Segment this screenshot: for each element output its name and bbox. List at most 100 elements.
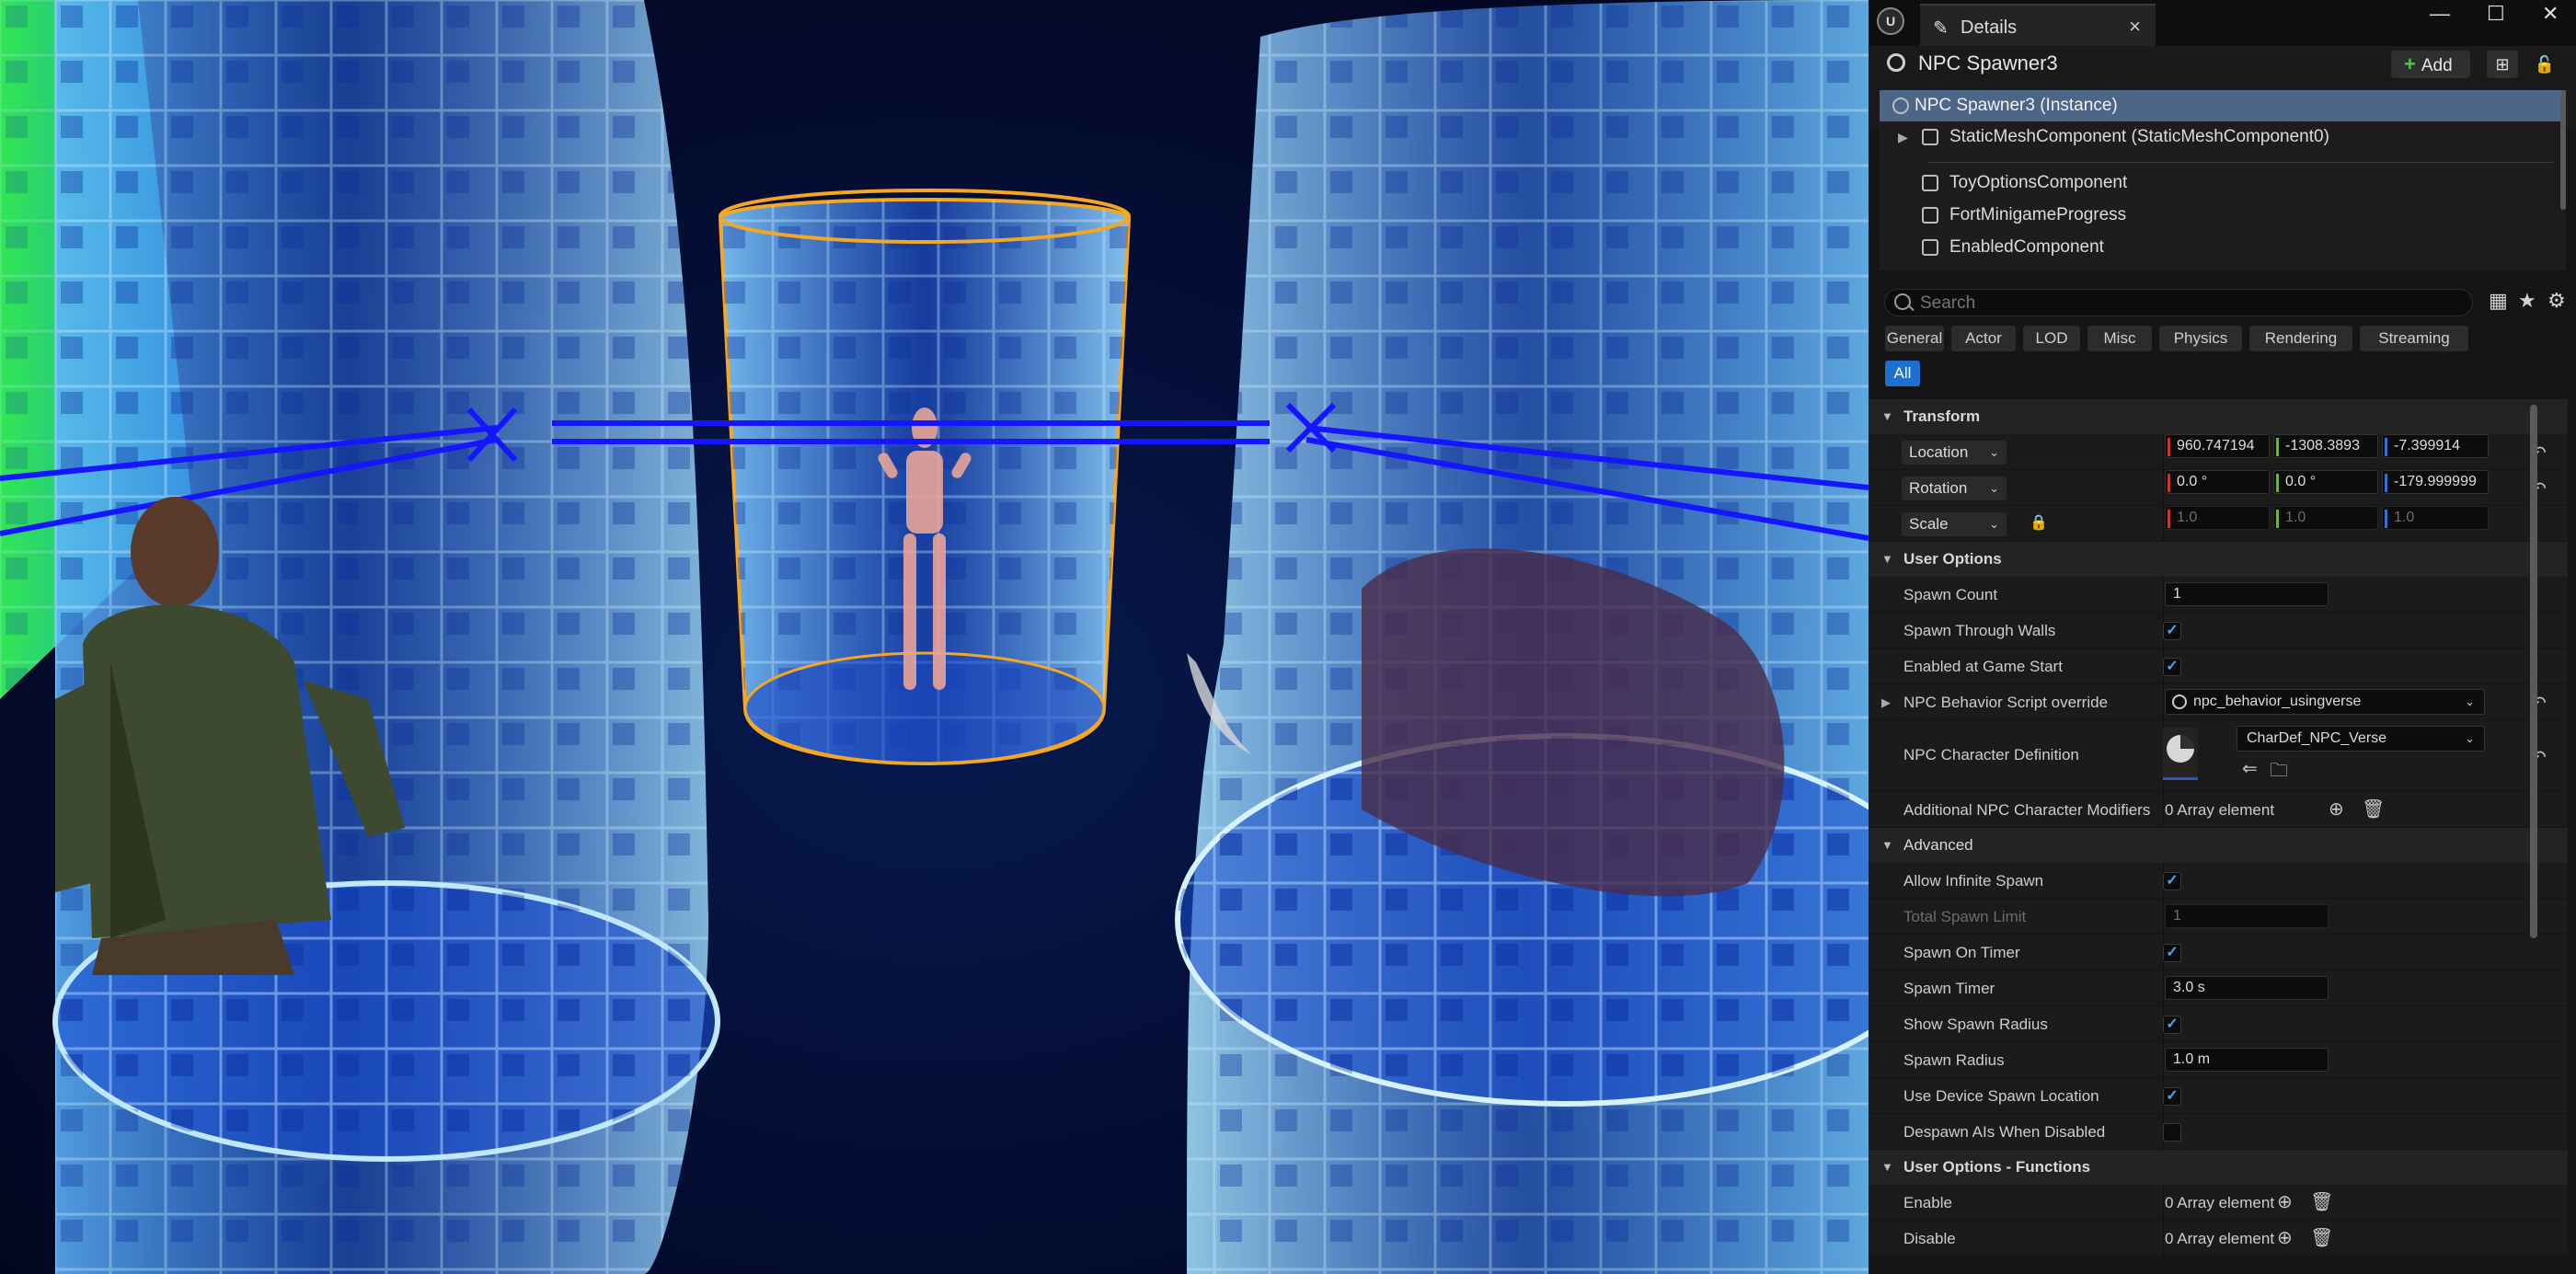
level-viewport[interactable] (0, 0, 1869, 1274)
maximize-button[interactable]: ☐ (2487, 2, 2505, 26)
filter-general[interactable]: General (1885, 326, 1944, 351)
search-input[interactable] (1918, 293, 2465, 315)
category-title: Advanced (1903, 836, 1973, 854)
location-x-field[interactable]: 960.747194 (2165, 434, 2270, 458)
search-row: ▦ ★ ⚙ (1869, 276, 2576, 322)
favorites-star-icon[interactable]: ★ (2518, 289, 2536, 313)
spawn-through-walls-checkbox[interactable]: ✓ (2163, 622, 2181, 640)
close-window-button[interactable]: ✕ (2542, 2, 2559, 26)
rotation-y-value: 0.0 ° (2285, 474, 2317, 489)
scale-z-field[interactable]: 1.0 (2382, 506, 2489, 530)
character-modifiers-value: 0 Array element (2165, 801, 2275, 819)
category-transform[interactable]: ▼ Transform (1869, 399, 2568, 434)
property-spawn-through-walls: Spawn Through Walls ✓ (1869, 613, 2568, 648)
property-character-modifiers: Additional NPC Character Modifiers 0 Arr… (1869, 792, 2568, 828)
property-spawn-radius: Spawn Radius 1.0 m (1869, 1042, 2568, 1078)
add-element-icon[interactable]: ⊕ (2277, 1226, 2293, 1249)
property-character-definition: NPC Character Definition CharDef_NPC_Ver… (1869, 720, 2568, 792)
spawn-timer-field[interactable]: 3.0 s (2165, 976, 2329, 1000)
filter-misc[interactable]: Misc (2087, 326, 2152, 351)
tab-details-label: Details (1961, 17, 2018, 38)
behavior-override-dropdown[interactable]: npc_behavior_usingverse ⌄ (2165, 689, 2485, 715)
component-item-staticmesh[interactable]: ▶ StaticMeshComponent (StaticMeshCompone… (1880, 121, 2566, 153)
property-rotation: Rotation ⌄ 0.0 ° 0.0 ° -179.999999 ↶ (1869, 470, 2568, 506)
filter-lod[interactable]: LOD (2023, 326, 2080, 351)
scale-z-value: 1.0 (2394, 510, 2415, 525)
use-device-location-checkbox[interactable]: ✓ (2163, 1087, 2181, 1106)
spawn-count-field[interactable]: 1 (2165, 582, 2329, 606)
details-scrollbar[interactable] (2530, 405, 2537, 938)
trash-icon[interactable]: 🗑 (2310, 1226, 2333, 1249)
search-icon (1894, 293, 1911, 310)
location-y-field[interactable]: -1308.3893 (2273, 434, 2378, 458)
tree-scrollbar[interactable] (2560, 90, 2566, 210)
disable-label: Disable (1903, 1230, 1956, 1247)
category-user-options[interactable]: ▼ User Options (1869, 542, 2568, 577)
allow-infinite-checkbox[interactable]: ✓ (2163, 872, 2181, 890)
add-component-button[interactable]: + Add (2391, 51, 2470, 78)
spawn-on-timer-checkbox[interactable]: ✓ (2163, 944, 2181, 962)
scale-mode-dropdown[interactable]: Scale ⌄ (1902, 512, 2007, 536)
blueprint-icon[interactable]: ⊞ (2487, 51, 2518, 78)
total-spawn-limit-field[interactable]: 1 (2165, 904, 2329, 928)
spawn-radius-field[interactable]: 1.0 m (2165, 1048, 2329, 1072)
behavior-override-value: npc_behavior_usingverse (2193, 694, 2362, 709)
category-title: User Options - Functions (1903, 1158, 2091, 1176)
filter-all[interactable]: All (1885, 361, 1920, 386)
settings-gear-icon[interactable]: ⚙ (2547, 289, 2566, 313)
total-spawn-limit-label: Total Spawn Limit (1903, 908, 2027, 925)
lock-icon[interactable]: 🔓 (2529, 51, 2560, 78)
filter-physics[interactable]: Physics (2159, 326, 2242, 351)
enabled-at-start-checkbox[interactable]: ✓ (2163, 658, 2181, 676)
property-total-spawn-limit: Total Spawn Limit 1 (1869, 899, 2568, 935)
rotation-x-field[interactable]: 0.0 ° (2165, 470, 2270, 494)
expand-arrow-icon[interactable]: ▶ (1881, 695, 1891, 710)
trash-icon[interactable]: 🗑 (2310, 1190, 2333, 1213)
tab-close-icon[interactable]: × (2129, 15, 2141, 39)
location-z-field[interactable]: -7.399914 (2382, 434, 2489, 458)
component-item-instance[interactable]: NPC Spawner3 (Instance) (1880, 90, 2566, 121)
browse-folder-icon[interactable]: 🗀 (2270, 757, 2288, 788)
rotation-mode-dropdown[interactable]: Rotation ⌄ (1902, 476, 2007, 500)
rotation-z-field[interactable]: -179.999999 (2382, 470, 2489, 494)
location-mode-dropdown[interactable]: Location ⌄ (1902, 441, 2007, 465)
behavior-override-label: NPC Behavior Script override (1903, 694, 2109, 711)
scale-y-field[interactable]: 1.0 (2273, 506, 2378, 530)
scale-x-field[interactable]: 1.0 (2165, 506, 2270, 530)
component-item-toyoptions[interactable]: ToyOptionsComponent (1880, 167, 2566, 199)
tab-details[interactable]: ✎ Details × (1920, 4, 2156, 46)
lock-icon[interactable]: 🔒 (2030, 513, 2048, 532)
add-element-icon[interactable]: ⊕ (2329, 798, 2344, 821)
title-bar: U ✎ Details × — ☐ ✕ (1869, 0, 2576, 46)
character-definition-dropdown[interactable]: CharDef_NPC_Verse ⌄ (2237, 726, 2485, 752)
filter-rendering[interactable]: Rendering (2249, 326, 2352, 351)
property-allow-infinite-spawn: Allow Infinite Spawn ✓ (1869, 863, 2568, 899)
trash-icon[interactable]: 🗑 (2362, 798, 2385, 821)
character-definition-label: NPC Character Definition (1903, 746, 2079, 763)
despawn-ais-checkbox[interactable] (2163, 1123, 2181, 1142)
use-selected-asset-icon[interactable]: ⇐ (2242, 757, 2258, 780)
rotation-y-field[interactable]: 0.0 ° (2273, 470, 2378, 494)
table-view-icon[interactable]: ▦ (2489, 289, 2508, 313)
search-box[interactable] (1884, 289, 2473, 316)
component-label: NPC Spawner3 (Instance) (1915, 96, 2118, 115)
plus-icon: + (2404, 52, 2416, 75)
category-user-options-functions[interactable]: ▼ User Options - Functions (1869, 1150, 2568, 1185)
component-item-minigameprogress[interactable]: FortMinigameProgress (1880, 200, 2566, 231)
minimize-button[interactable]: — (2430, 2, 2450, 26)
disable-value: 0 Array element (2165, 1230, 2275, 1247)
collapse-arrow-icon: ▼ (1881, 409, 1893, 423)
category-advanced[interactable]: ▼ Advanced (1869, 828, 2568, 863)
filter-streaming[interactable]: Streaming (2360, 326, 2468, 351)
enable-label: Enable (1903, 1194, 1952, 1211)
property-spawn-on-timer: Spawn On Timer ✓ (1869, 935, 2568, 970)
filter-actor[interactable]: Actor (1951, 326, 2016, 351)
component-label: FortMinigameProgress (1949, 205, 2127, 224)
asset-thumbnail[interactable] (2163, 728, 2198, 780)
show-spawn-radius-checkbox[interactable]: ✓ (2163, 1016, 2181, 1034)
add-element-icon[interactable]: ⊕ (2277, 1190, 2293, 1213)
chevron-down-icon: ⌄ (1989, 517, 1999, 531)
property-show-spawn-radius: Show Spawn Radius ✓ (1869, 1006, 2568, 1042)
component-item-enabled[interactable]: EnabledComponent (1880, 232, 2566, 263)
property-location: Location ⌄ 960.747194 -1308.3893 -7.39991… (1869, 434, 2568, 470)
